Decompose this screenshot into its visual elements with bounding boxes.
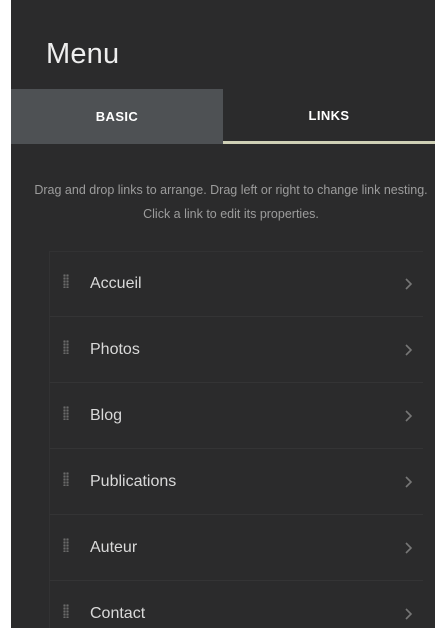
chevron-right-icon [405, 278, 413, 290]
link-label: Photos [90, 340, 140, 358]
chevron-right-icon [405, 607, 413, 620]
chevron-right-icon [405, 343, 413, 356]
menu-panel: Menu BASIC LINKS Drag and drop links to … [11, 0, 435, 628]
link-label: Contact [90, 604, 146, 622]
link-item-accueil[interactable]: Accueil [49, 251, 423, 317]
tab-bar: BASIC LINKS [11, 89, 435, 144]
link-list: Accueil Photos Blog Publications Auteur … [49, 251, 423, 628]
drag-handle-icon[interactable] [63, 339, 69, 354]
link-label: Accueil [90, 275, 142, 292]
drag-handle-icon[interactable] [63, 405, 69, 420]
link-label: Publications [90, 472, 177, 490]
chevron-right-icon [405, 541, 413, 554]
drag-handle-icon[interactable] [63, 603, 69, 618]
link-label: Blog [90, 406, 123, 424]
drag-handle-icon[interactable] [63, 471, 69, 486]
menu-title: Menu [46, 38, 120, 70]
drag-handle-icon[interactable] [63, 537, 69, 552]
tab-basic[interactable]: BASIC [11, 89, 223, 144]
tab-links[interactable]: LINKS [223, 89, 435, 144]
instructions-text: Drag and drop links to arrange. Drag lef… [34, 183, 428, 221]
chevron-right-icon [405, 475, 413, 488]
link-item-auteur[interactable]: Auteur [49, 515, 423, 581]
drag-handle-icon[interactable] [63, 274, 69, 288]
link-item-blog[interactable]: Blog [49, 383, 423, 449]
link-item-publications[interactable]: Publications [49, 449, 423, 515]
link-label: Auteur [90, 538, 138, 556]
link-item-contact[interactable]: Contact [49, 581, 423, 628]
link-item-photos[interactable]: Photos [49, 317, 423, 383]
chevron-right-icon [405, 409, 413, 422]
